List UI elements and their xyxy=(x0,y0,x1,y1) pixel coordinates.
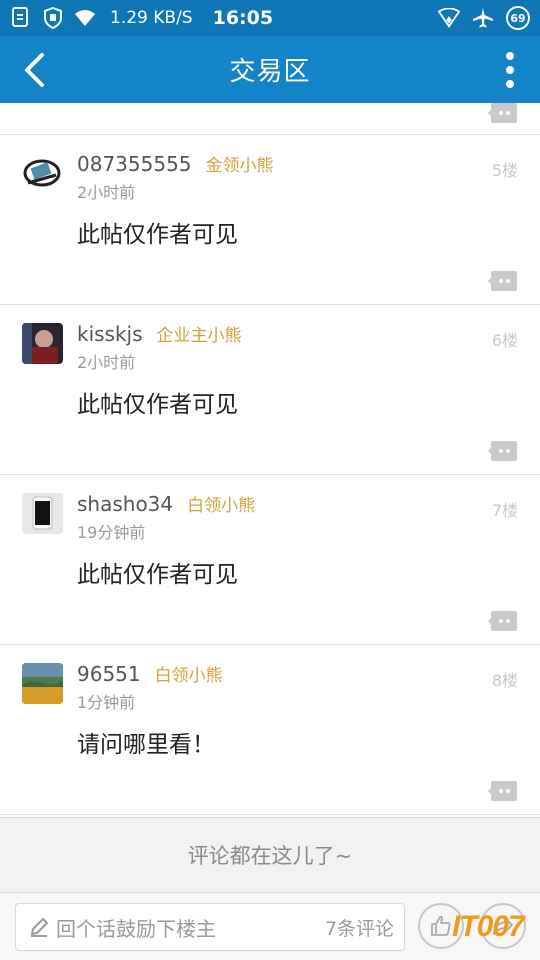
user-badge: 企业主小熊 xyxy=(156,326,242,346)
reply-input[interactable]: 回个话鼓励下楼主 7条评论 xyxy=(15,903,405,951)
comment-icon[interactable] xyxy=(488,780,518,802)
page-title: 交易区 xyxy=(229,57,311,87)
more-dot-icon xyxy=(506,52,514,60)
post-time: 1分钟前 xyxy=(77,693,136,712)
post-time: 2小时前 xyxy=(77,183,136,202)
list-item[interactable]: 087355555 金领小熊 2小时前 5楼 此帖仅作者可见 xyxy=(0,135,540,305)
username-text[interactable]: shasho34 xyxy=(77,492,173,516)
more-dot-icon xyxy=(506,80,514,88)
airplane-mode-icon xyxy=(472,7,494,29)
username-text[interactable]: 087355555 xyxy=(77,152,192,176)
shield-icon xyxy=(42,7,64,29)
thumbs-up-icon xyxy=(431,915,451,936)
more-dot-icon xyxy=(506,66,514,74)
back-arrow-icon xyxy=(25,53,44,87)
user-badge: 白领小熊 xyxy=(187,496,256,516)
end-of-comments-hint: 评论都在这儿了~ xyxy=(0,817,540,892)
comment-icon[interactable] xyxy=(488,440,518,462)
network-speed: 1.29 KB/S xyxy=(110,8,193,28)
document-icon xyxy=(10,7,32,29)
comment-count[interactable]: 7条评论 xyxy=(325,914,394,941)
wifi-icon xyxy=(74,7,96,29)
username[interactable]: shasho34 白领小熊 xyxy=(77,491,255,516)
floor-number: 5楼 xyxy=(491,161,518,180)
floor-number: 7楼 xyxy=(491,501,518,520)
username[interactable]: 087355555 金领小熊 xyxy=(77,151,274,176)
list-item-partial xyxy=(0,103,540,135)
status-bar: 1.29 KB/S 16:05 69 xyxy=(0,0,540,36)
overflow-menu-button[interactable] xyxy=(498,50,522,90)
floor-number: 6楼 xyxy=(491,331,518,350)
pencil-icon xyxy=(31,918,48,937)
avatar[interactable] xyxy=(22,493,63,534)
post-content: 请问哪里看！ xyxy=(77,732,215,758)
comment-icon[interactable] xyxy=(488,103,518,124)
post-time: 2小时前 xyxy=(77,353,136,372)
avatar[interactable] xyxy=(22,663,63,704)
list-item[interactable]: 96551 白领小熊 1分钟前 8楼 请问哪里看！ xyxy=(0,645,540,815)
app-bar: 交易区 xyxy=(0,36,540,103)
comment-icon[interactable] xyxy=(488,270,518,292)
clock: 16:05 xyxy=(212,7,274,29)
post-time: 19分钟前 xyxy=(77,523,146,542)
username[interactable]: 96551 白领小熊 xyxy=(77,661,223,686)
floor-number: 8楼 xyxy=(491,671,518,690)
back-button[interactable] xyxy=(16,50,52,90)
avatar[interactable] xyxy=(22,323,63,364)
user-badge: 金领小熊 xyxy=(205,156,274,176)
signal-icon xyxy=(438,7,460,29)
username-text[interactable]: 96551 xyxy=(77,662,141,686)
avatar[interactable] xyxy=(22,153,63,194)
list-item[interactable]: kisskjs 企业主小熊 2小时前 6楼 此帖仅作者可见 xyxy=(0,305,540,475)
post-content: 此帖仅作者可见 xyxy=(77,562,238,588)
post-content: 此帖仅作者可见 xyxy=(77,222,238,248)
reply-placeholder: 回个话鼓励下楼主 xyxy=(56,916,216,941)
list-item[interactable]: shasho34 白领小熊 19分钟前 7楼 此帖仅作者可见 xyxy=(0,475,540,645)
user-badge: 白领小熊 xyxy=(154,666,223,686)
battery-indicator: 69 xyxy=(506,6,530,30)
username-text[interactable]: kisskjs xyxy=(77,322,143,346)
site-watermark: IT007 xyxy=(452,910,525,943)
reply-list[interactable]: 087355555 金领小熊 2小时前 5楼 此帖仅作者可见 kisskjs 企业主… xyxy=(0,103,540,817)
username[interactable]: kisskjs 企业主小熊 xyxy=(77,321,242,346)
post-content: 此帖仅作者可见 xyxy=(77,392,238,418)
comment-icon[interactable] xyxy=(488,610,518,632)
